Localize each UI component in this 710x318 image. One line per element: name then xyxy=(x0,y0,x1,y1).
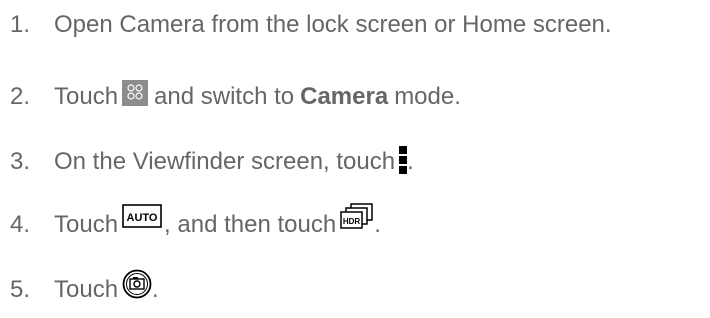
camera-mode-label: Camera xyxy=(300,83,389,110)
shutter-icon xyxy=(122,269,152,299)
mode-grid-icon xyxy=(122,80,149,106)
step-text: On the Viewfinder screen, touch xyxy=(54,148,396,175)
step-number: 3. xyxy=(10,148,31,175)
step-text: Touch xyxy=(54,211,119,238)
step-text: mode. xyxy=(394,83,461,110)
step-number: 4. xyxy=(10,211,31,238)
auto-icon-label: AUTO xyxy=(127,212,158,224)
step-text: Open Camera from the lock screen or Home… xyxy=(54,11,612,38)
menu-icon xyxy=(399,144,408,176)
step-1: 1. Open Camera from the lock screen or H… xyxy=(10,10,612,40)
step-4: 4. Touch AUTO , and then touch HDR . xyxy=(10,203,381,240)
step-text: , and then touch xyxy=(164,211,337,238)
step-2: 2. Touch and switch to Camera mode. xyxy=(10,80,461,112)
step-number: 2. xyxy=(10,83,31,110)
step-number: 1. xyxy=(10,11,31,38)
step-text: . xyxy=(374,211,381,238)
hdr-icon-label: HDR xyxy=(343,217,361,226)
step-5: 5. Touch . xyxy=(10,269,159,305)
step-text: . xyxy=(152,276,159,303)
step-3: 3. On the Viewfinder screen, touch . xyxy=(10,144,414,177)
step-text: Touch xyxy=(54,276,119,303)
step-text: Touch xyxy=(54,83,119,110)
hdr-icon: HDR xyxy=(340,203,374,231)
step-text: and switch to xyxy=(154,83,295,110)
step-text: . xyxy=(407,148,414,175)
auto-icon: AUTO xyxy=(122,204,162,230)
step-number: 5. xyxy=(10,276,31,303)
